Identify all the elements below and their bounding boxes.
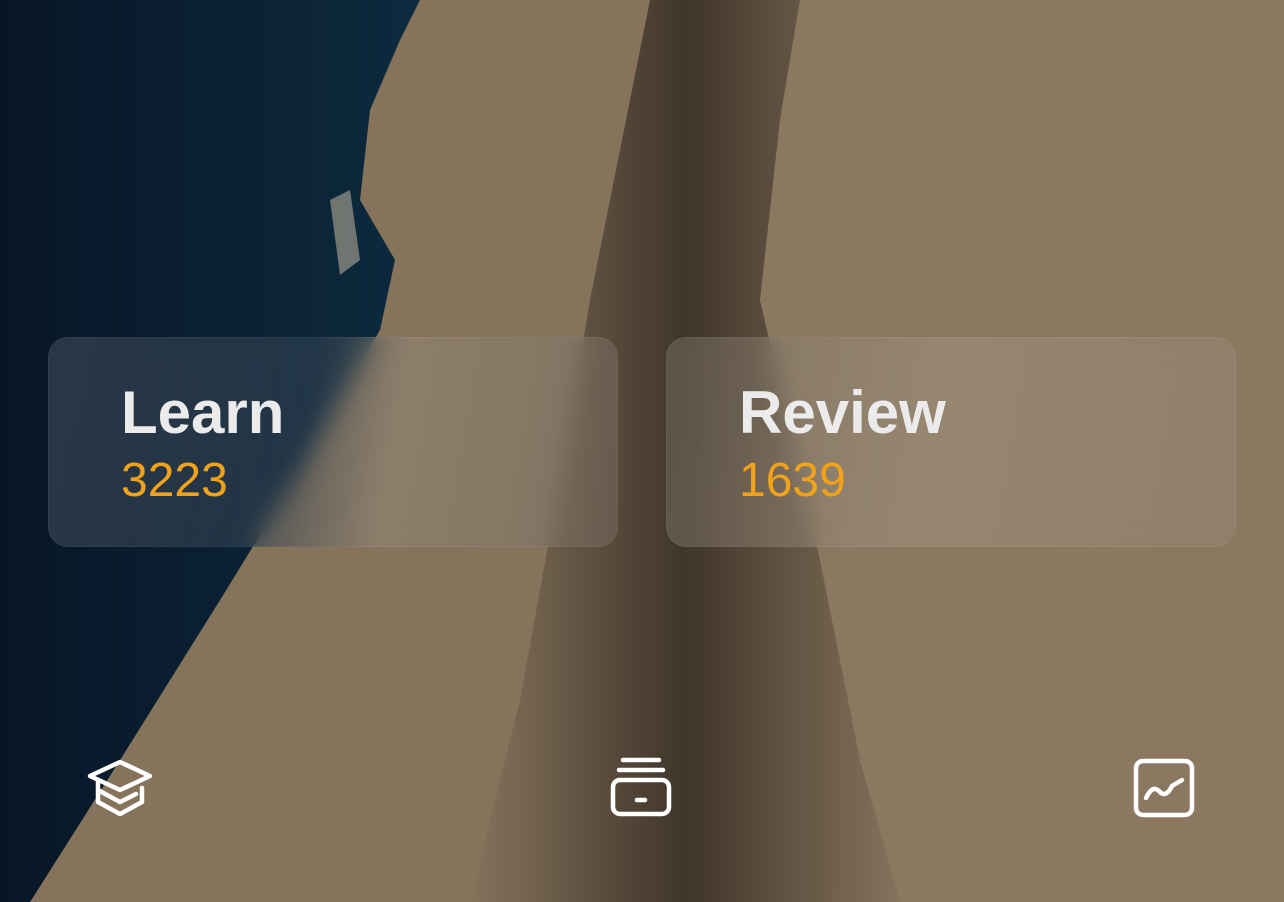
learn-card[interactable]: Learn 3223 xyxy=(48,337,618,547)
archive-box-icon[interactable] xyxy=(607,754,675,822)
graduation-cap-icon[interactable] xyxy=(86,754,154,822)
review-card[interactable]: Review 1639 xyxy=(666,337,1236,547)
learn-card-title: Learn xyxy=(121,379,285,446)
learn-card-count: 3223 xyxy=(121,454,228,507)
chart-line-icon[interactable] xyxy=(1130,754,1198,822)
review-card-count: 1639 xyxy=(739,454,846,507)
review-card-title: Review xyxy=(739,379,946,446)
